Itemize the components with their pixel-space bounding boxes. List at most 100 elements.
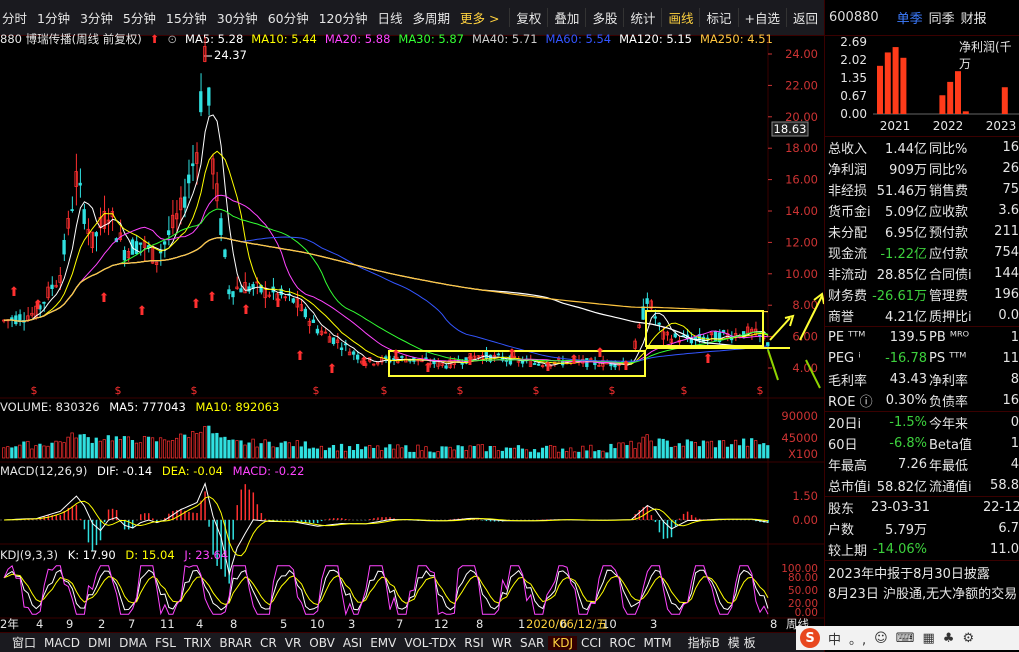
- ime-button[interactable]: 中: [828, 629, 841, 648]
- ime-button[interactable]: ☺: [874, 631, 888, 646]
- candle-body: [536, 363, 541, 366]
- candle-body: [436, 360, 440, 367]
- timeframe-tab[interactable]: 30分钟: [217, 8, 258, 27]
- candle-body: [577, 359, 581, 362]
- candle-body: [203, 46, 207, 62]
- indicator-tab[interactable]: VOL-TDX: [400, 636, 460, 650]
- indicator-tab[interactable]: SAR: [516, 636, 548, 650]
- tab-same-quarter[interactable]: 同季: [929, 8, 955, 27]
- volume-bar: [460, 446, 464, 459]
- row-value-2: 4: [1010, 457, 1019, 472]
- mini-bar: [884, 52, 891, 114]
- toolbar-button[interactable]: 返回: [785, 8, 824, 27]
- candle-body: [468, 353, 472, 360]
- price-tick: 8.00: [792, 298, 818, 312]
- candle-body: [18, 314, 22, 323]
- timeframe-tab[interactable]: 分时: [2, 8, 27, 27]
- toolbar-button[interactable]: 标记: [699, 8, 737, 27]
- candle-body: [745, 326, 750, 336]
- candle-body: [649, 300, 653, 309]
- candle-body: [758, 334, 762, 337]
- candle-body: [669, 338, 673, 344]
- indicator-tab[interactable]: VR: [281, 636, 306, 650]
- indicator-tab[interactable]: RSI: [460, 636, 488, 650]
- tab-report[interactable]: 财报: [961, 8, 987, 27]
- volume-bar: [605, 452, 609, 459]
- volume-bar: [50, 442, 54, 459]
- timeframe-tab[interactable]: 5分钟: [123, 8, 156, 27]
- indicator-tab[interactable]: WR: [488, 636, 516, 650]
- volume-bar: [267, 441, 271, 459]
- candle-body: [424, 357, 428, 360]
- volume-bar: [557, 451, 561, 459]
- info-row: ROE ⓘ 0.30% 负债率 16: [825, 390, 1019, 411]
- timeframe-tab[interactable]: 120分钟: [319, 8, 368, 27]
- indicator-tab[interactable]: ROC: [605, 636, 639, 650]
- toolbar-button[interactable]: 多股: [585, 8, 623, 27]
- volume-bar: [319, 445, 324, 459]
- volume-bar: [476, 444, 480, 459]
- ime-button[interactable]: ♣: [943, 631, 955, 646]
- indicator-tab[interactable]: 窗口: [8, 634, 40, 651]
- indicator-tab[interactable]: 模 板: [724, 634, 760, 651]
- volume-bar: [408, 451, 412, 459]
- ime-button[interactable]: ⌨: [896, 631, 915, 646]
- indicator-tab[interactable]: DMI: [84, 636, 115, 650]
- timeframe-tab[interactable]: 15分钟: [166, 8, 207, 27]
- indicator-tab[interactable]: 指标B: [684, 634, 724, 651]
- s-marker: $: [457, 384, 464, 397]
- indicator-tab[interactable]: MTM: [640, 636, 676, 650]
- volume-bar: [384, 447, 388, 459]
- info-row: PE ᵀᵀᴹ 139.5 PB ᴹᴿᴼ 1: [825, 327, 1019, 348]
- candle-body: [380, 357, 384, 363]
- toolbar-button[interactable]: 复权: [509, 8, 547, 27]
- indicator-tab[interactable]: DMA: [115, 636, 151, 650]
- indicator-tab[interactable]: FSL: [151, 636, 180, 650]
- row-value: -14.06%: [872, 542, 927, 557]
- row-value-2: 1: [1010, 330, 1019, 345]
- candle-body: [331, 337, 336, 345]
- arrow-up-icon[interactable]: ⬆: [150, 32, 160, 46]
- indicator-tab[interactable]: ASI: [339, 636, 366, 650]
- indicator-tab[interactable]: CR: [256, 636, 281, 650]
- sogou-logo-icon[interactable]: S: [800, 628, 820, 648]
- ime-toolbar[interactable]: S 中。, ☺ ⌨ ▦ ♣ ⚙: [796, 626, 1019, 650]
- settings-icon[interactable]: ⊙: [167, 32, 177, 46]
- price-tick: 22.00: [785, 78, 818, 92]
- toolbar-button[interactable]: 画线: [661, 8, 699, 27]
- notice-line-2[interactable]: 8月23日 沪股通,无大净额的交易: [825, 583, 1017, 602]
- toolbar-button[interactable]: 统计: [623, 8, 661, 27]
- timeframe-tab[interactable]: 日线: [377, 8, 402, 27]
- info-row: 商誉 4.21亿 质押比i 0.0: [825, 305, 1019, 326]
- indicator-tab[interactable]: BRAR: [215, 636, 256, 650]
- candle-body: [629, 362, 633, 365]
- timeframe-tab[interactable]: 1分钟: [37, 8, 70, 27]
- indicator-tab[interactable]: KDJ: [548, 635, 578, 650]
- indicator-tab[interactable]: OBV: [305, 636, 339, 650]
- timeframe-tab[interactable]: 多周期: [412, 8, 450, 27]
- toolbar-button[interactable]: +自选: [737, 8, 786, 27]
- indicator-tab[interactable]: EMV: [366, 636, 400, 650]
- ime-button[interactable]: ⚙: [962, 631, 974, 646]
- timeframe-tab[interactable]: 3分钟: [80, 8, 113, 27]
- candle-body: [741, 331, 746, 338]
- volume-bar: [657, 438, 661, 459]
- volume-bar: [299, 446, 303, 459]
- ime-button[interactable]: ▦: [922, 631, 934, 646]
- ime-button[interactable]: 。,: [849, 629, 866, 648]
- row-value-2: 0: [1010, 415, 1019, 430]
- volume-bar: [516, 445, 521, 459]
- volume-bar: [528, 451, 533, 459]
- tab-single-quarter[interactable]: 单季: [897, 8, 923, 27]
- indicator-tab[interactable]: MACD: [40, 636, 84, 650]
- xaxis-label: 8: [770, 617, 777, 631]
- xaxis-label: 5: [280, 617, 287, 631]
- indicator-tab[interactable]: TRIX: [180, 636, 215, 650]
- timeframe-tab[interactable]: 60分钟: [268, 8, 309, 27]
- indicator-tab[interactable]: CCI: [577, 636, 605, 650]
- more-button[interactable]: 更多 >: [460, 8, 499, 27]
- volume-bar: [420, 450, 424, 459]
- toolbar-button[interactable]: 叠加: [547, 8, 585, 27]
- notice-line-1[interactable]: 2023年中报于8月30日披露: [825, 563, 990, 582]
- volume-bar: [122, 436, 127, 459]
